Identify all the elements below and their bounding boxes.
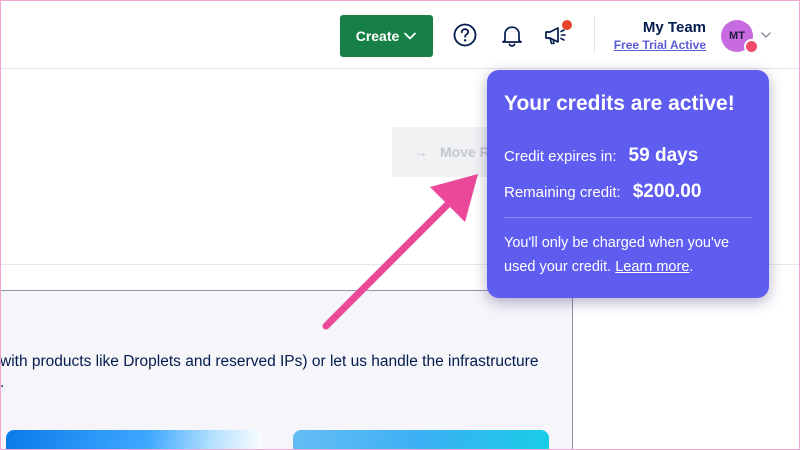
remaining-credit-row: Remaining credit: $200.00 xyxy=(504,181,701,203)
notifications-button[interactable] xyxy=(497,20,527,50)
top-bar: Create My Team Free Trial Active MT xyxy=(0,0,800,69)
announcements-button[interactable] xyxy=(541,20,572,50)
popover-divider xyxy=(504,217,752,218)
move-label: Move R xyxy=(440,144,490,160)
chevron-down-icon[interactable] xyxy=(760,29,772,41)
learn-more-link[interactable]: Learn more xyxy=(615,259,689,275)
popover-note: You'll only be charged when you've used … xyxy=(504,231,759,279)
free-trial-link[interactable]: Free Trial Active xyxy=(606,38,706,52)
panel-text-line-2: . xyxy=(0,374,5,391)
credit-expiry-row: Credit expires in: 59 days xyxy=(504,145,698,167)
remaining-credit-label: Remaining credit: xyxy=(504,184,621,201)
notification-dot xyxy=(562,20,572,30)
create-button[interactable]: Create xyxy=(340,15,433,57)
chevron-down-icon xyxy=(404,32,417,40)
product-card-droplets[interactable] xyxy=(6,430,262,450)
panel-text-line-1: with products like Droplets and reserved… xyxy=(0,353,539,370)
create-label: Create xyxy=(355,28,400,44)
arrow-right-icon: → xyxy=(414,144,428,160)
credit-expiry-value: 59 days xyxy=(628,145,699,166)
remaining-credit-value: $200.00 xyxy=(632,181,702,202)
popover-note-end: . xyxy=(689,259,694,275)
avatar-initials: MT xyxy=(729,30,745,42)
avatar-badge xyxy=(744,39,759,54)
popover-title: Your credits are active! xyxy=(504,92,735,115)
question-circle-icon xyxy=(453,23,477,47)
credits-popover: Your credits are active! Credit expires … xyxy=(487,70,769,298)
panel-description: with products like Droplets and reserved… xyxy=(0,351,573,393)
bell-icon xyxy=(502,26,522,47)
header-divider xyxy=(594,16,595,54)
team-name: My Team xyxy=(642,19,706,36)
product-card-app-platform[interactable] xyxy=(293,430,549,450)
credit-expiry-label: Credit expires in: xyxy=(504,148,617,165)
help-button[interactable] xyxy=(450,20,480,50)
